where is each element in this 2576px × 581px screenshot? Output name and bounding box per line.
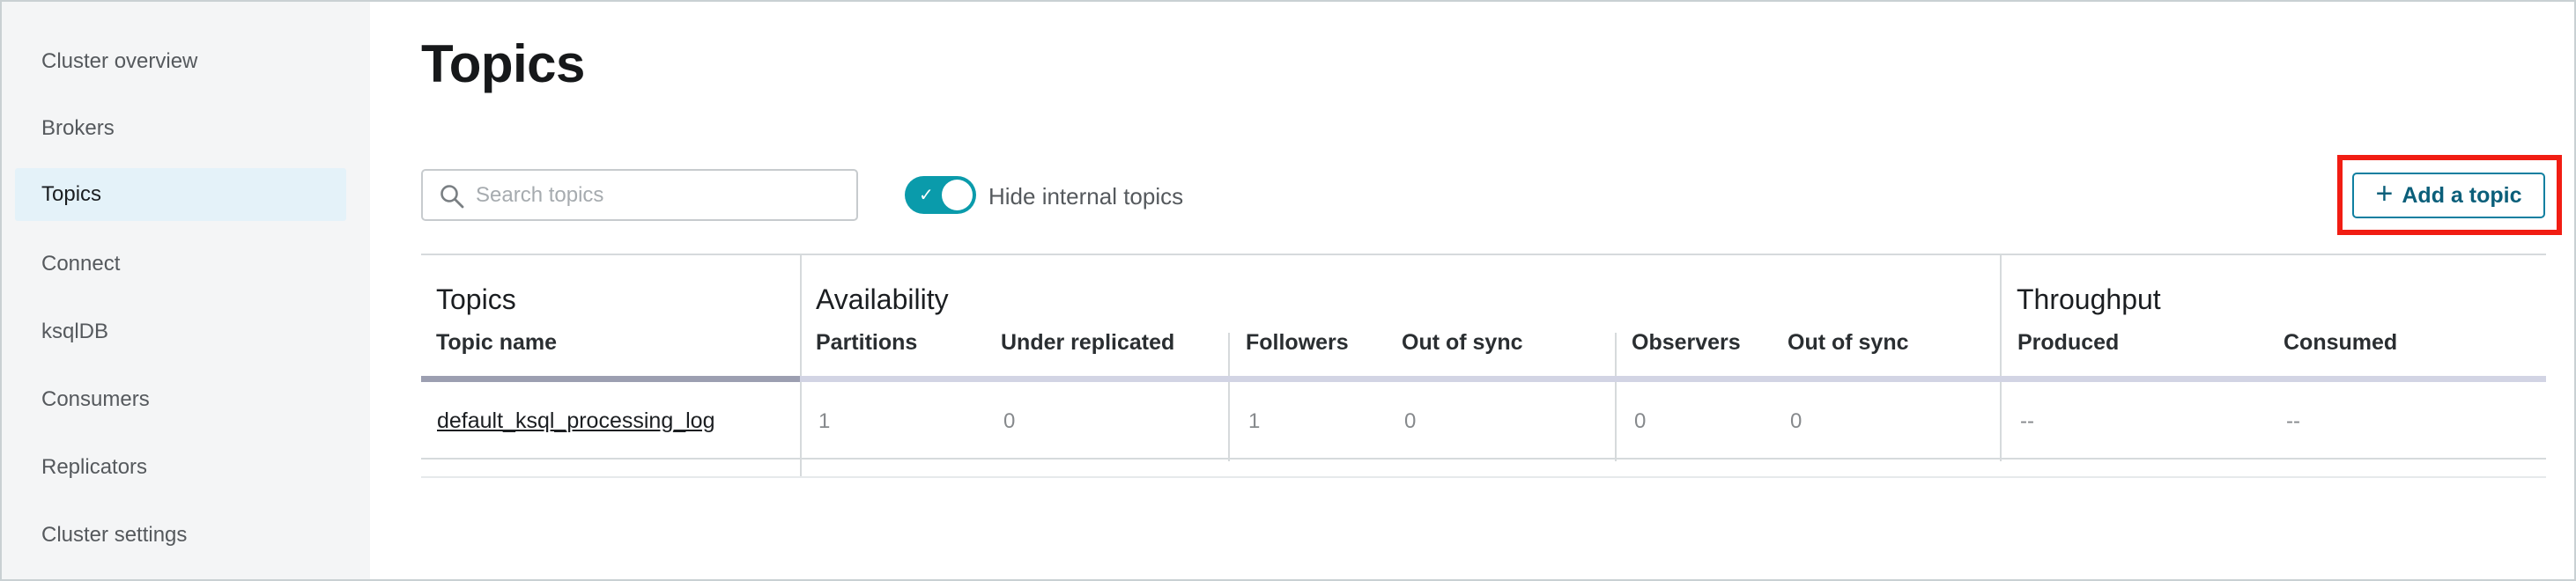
search-input[interactable]: [476, 171, 846, 219]
cell-produced: --: [2020, 409, 2034, 433]
sidebar-item-cluster-settings[interactable]: Cluster settings: [15, 509, 346, 562]
sidebar-item-brokers[interactable]: Brokers: [15, 102, 346, 155]
group-title-availability: Availability: [816, 283, 949, 315]
col-header-partitions[interactable]: Partitions: [816, 330, 917, 356]
column-divider: [1615, 333, 1617, 461]
add-topic-button[interactable]: + Add a topic: [2352, 173, 2545, 218]
col-header-produced[interactable]: Produced: [2017, 330, 2119, 356]
plus-icon: +: [2375, 177, 2394, 210]
cell-observers-out-of-sync: 0: [1790, 409, 1802, 433]
cell-under-replicated: 0: [1003, 409, 1016, 433]
search-box[interactable]: [421, 169, 858, 221]
sidebar: Cluster overview Brokers Topics Connect …: [2, 2, 370, 579]
sidebar-item-replicators[interactable]: Replicators: [15, 441, 346, 494]
group-title-topics: Topics: [436, 283, 516, 315]
search-icon: [440, 185, 464, 209]
app-frame: [0, 0, 2576, 581]
col-header-followers-out-of-sync[interactable]: Out of sync: [1402, 330, 1523, 356]
check-icon: ✓: [919, 184, 934, 205]
col-header-followers[interactable]: Followers: [1246, 330, 1349, 356]
toggle-knob: [942, 180, 973, 210]
topic-name-link[interactable]: default_ksql_processing_log: [437, 408, 715, 434]
row-divider: [421, 458, 2546, 460]
cell-partitions: 1: [818, 409, 831, 433]
col-header-topic-name[interactable]: Topic name: [436, 330, 557, 356]
page-title: Topics: [421, 34, 585, 93]
table-top-border: [421, 254, 2546, 255]
sidebar-item-consumers[interactable]: Consumers: [15, 373, 346, 426]
cell-observers: 0: [1634, 409, 1647, 433]
column-divider: [800, 255, 802, 477]
cell-consumed: --: [2286, 409, 2300, 433]
sidebar-item-connect[interactable]: Connect: [15, 238, 346, 290]
sort-indicator-bar: [421, 376, 800, 382]
hide-internal-toggle[interactable]: ✓: [905, 176, 976, 214]
column-divider: [2000, 255, 2002, 461]
cell-followers: 1: [1248, 409, 1261, 433]
column-divider: [1228, 333, 1230, 461]
hide-internal-label: Hide internal topics: [988, 183, 1184, 210]
sidebar-item-cluster-overview[interactable]: Cluster overview: [15, 35, 346, 88]
sidebar-item-ksqldb[interactable]: ksqlDB: [15, 305, 346, 358]
table-bottom-border: [421, 476, 2546, 478]
col-header-observers[interactable]: Observers: [1632, 330, 1741, 356]
add-topic-label: Add a topic: [2402, 182, 2522, 208]
col-header-consumed[interactable]: Consumed: [2284, 330, 2397, 356]
sidebar-item-topics[interactable]: Topics: [15, 168, 346, 221]
group-title-throughput: Throughput: [2017, 283, 2161, 315]
col-header-observers-out-of-sync[interactable]: Out of sync: [1788, 330, 1909, 356]
col-header-under-replicated[interactable]: Under replicated: [1001, 330, 1174, 356]
cell-followers-out-of-sync: 0: [1404, 409, 1417, 433]
header-bar: [800, 376, 2546, 382]
